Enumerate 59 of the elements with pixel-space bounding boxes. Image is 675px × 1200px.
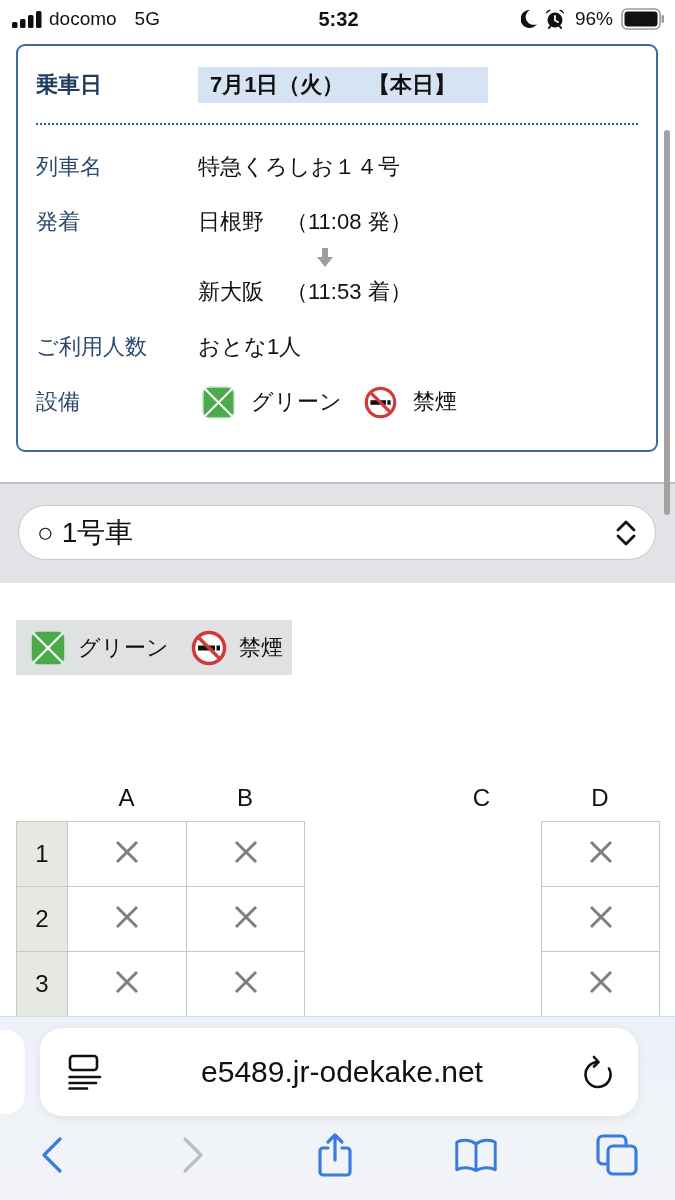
seat-cell[interactable] <box>67 821 187 887</box>
seat-cell[interactable] <box>541 821 660 887</box>
cross-icon <box>115 970 139 994</box>
row-number: 2 <box>16 886 68 952</box>
facility-label: 禁煙 <box>413 388 457 416</box>
seat-cell[interactable] <box>186 886 305 952</box>
cross-icon <box>233 970 258 994</box>
legend-label: 禁煙 <box>239 633 283 662</box>
alarm-clock-icon <box>544 9 565 29</box>
address-bar[interactable]: e5489.jr-odekake.net <box>40 1028 638 1116</box>
chevron-left-icon[interactable] <box>41 1136 63 1174</box>
column-header: B <box>237 784 253 812</box>
time-text: （11:08 発） <box>286 208 412 236</box>
cross-icon <box>233 905 258 929</box>
car-select[interactable]: ○ 1号車 <box>18 505 656 560</box>
cross-icon <box>588 840 613 864</box>
signal-bars-icon <box>12 10 42 28</box>
two-squares-icon[interactable] <box>595 1133 639 1177</box>
column-header: D <box>591 784 609 812</box>
seat-cell[interactable] <box>186 821 305 887</box>
field-label: 設備 <box>36 388 80 416</box>
no-smoking-icon <box>191 629 227 666</box>
circular-arrow-icon[interactable] <box>582 1055 614 1089</box>
column-header: A <box>118 784 135 812</box>
clover-icon <box>202 385 235 419</box>
down-arrow-icon <box>317 247 333 267</box>
today-label: 【本日】 <box>368 71 457 99</box>
station-name: 日根野 <box>198 208 264 236</box>
row-number: 1 <box>16 821 68 887</box>
url-text: e5489.jr-odekake.net <box>200 1055 484 1089</box>
battery-icon <box>621 8 665 30</box>
field-value: おとな1人 <box>198 333 302 361</box>
field-value: 特急くろしお１４号 <box>198 153 400 181</box>
date-label: 乗車日 <box>36 71 103 99</box>
time-text: （11:53 着） <box>286 278 412 306</box>
facility-label: グリーン <box>251 388 342 416</box>
clover-icon <box>30 629 66 666</box>
field-label: ご利用人数 <box>36 333 147 361</box>
cross-icon <box>233 840 258 864</box>
page-lines-icon[interactable] <box>68 1054 102 1090</box>
cross-icon <box>588 905 613 929</box>
field-label: 列車名 <box>36 153 102 181</box>
network-type: 5G <box>134 8 160 30</box>
carrier-name: docomo <box>49 8 117 30</box>
station-name: 新大阪 <box>198 278 264 306</box>
no-smoking-icon <box>364 385 397 419</box>
seat-cell[interactable] <box>67 886 187 952</box>
battery-percent: 96% <box>574 8 613 30</box>
row-number: 3 <box>16 951 68 1016</box>
cross-icon <box>115 840 139 864</box>
clock-time: 5:32 <box>318 7 359 31</box>
field-label: 発着 <box>36 208 80 236</box>
legend-label: グリーン <box>78 633 169 662</box>
cross-icon <box>115 905 139 929</box>
moon-icon <box>520 10 537 28</box>
cross-icon <box>588 970 613 994</box>
seat-cell[interactable] <box>541 886 660 952</box>
column-header: C <box>472 784 491 812</box>
date-text: 7月1日（火） <box>210 71 345 99</box>
